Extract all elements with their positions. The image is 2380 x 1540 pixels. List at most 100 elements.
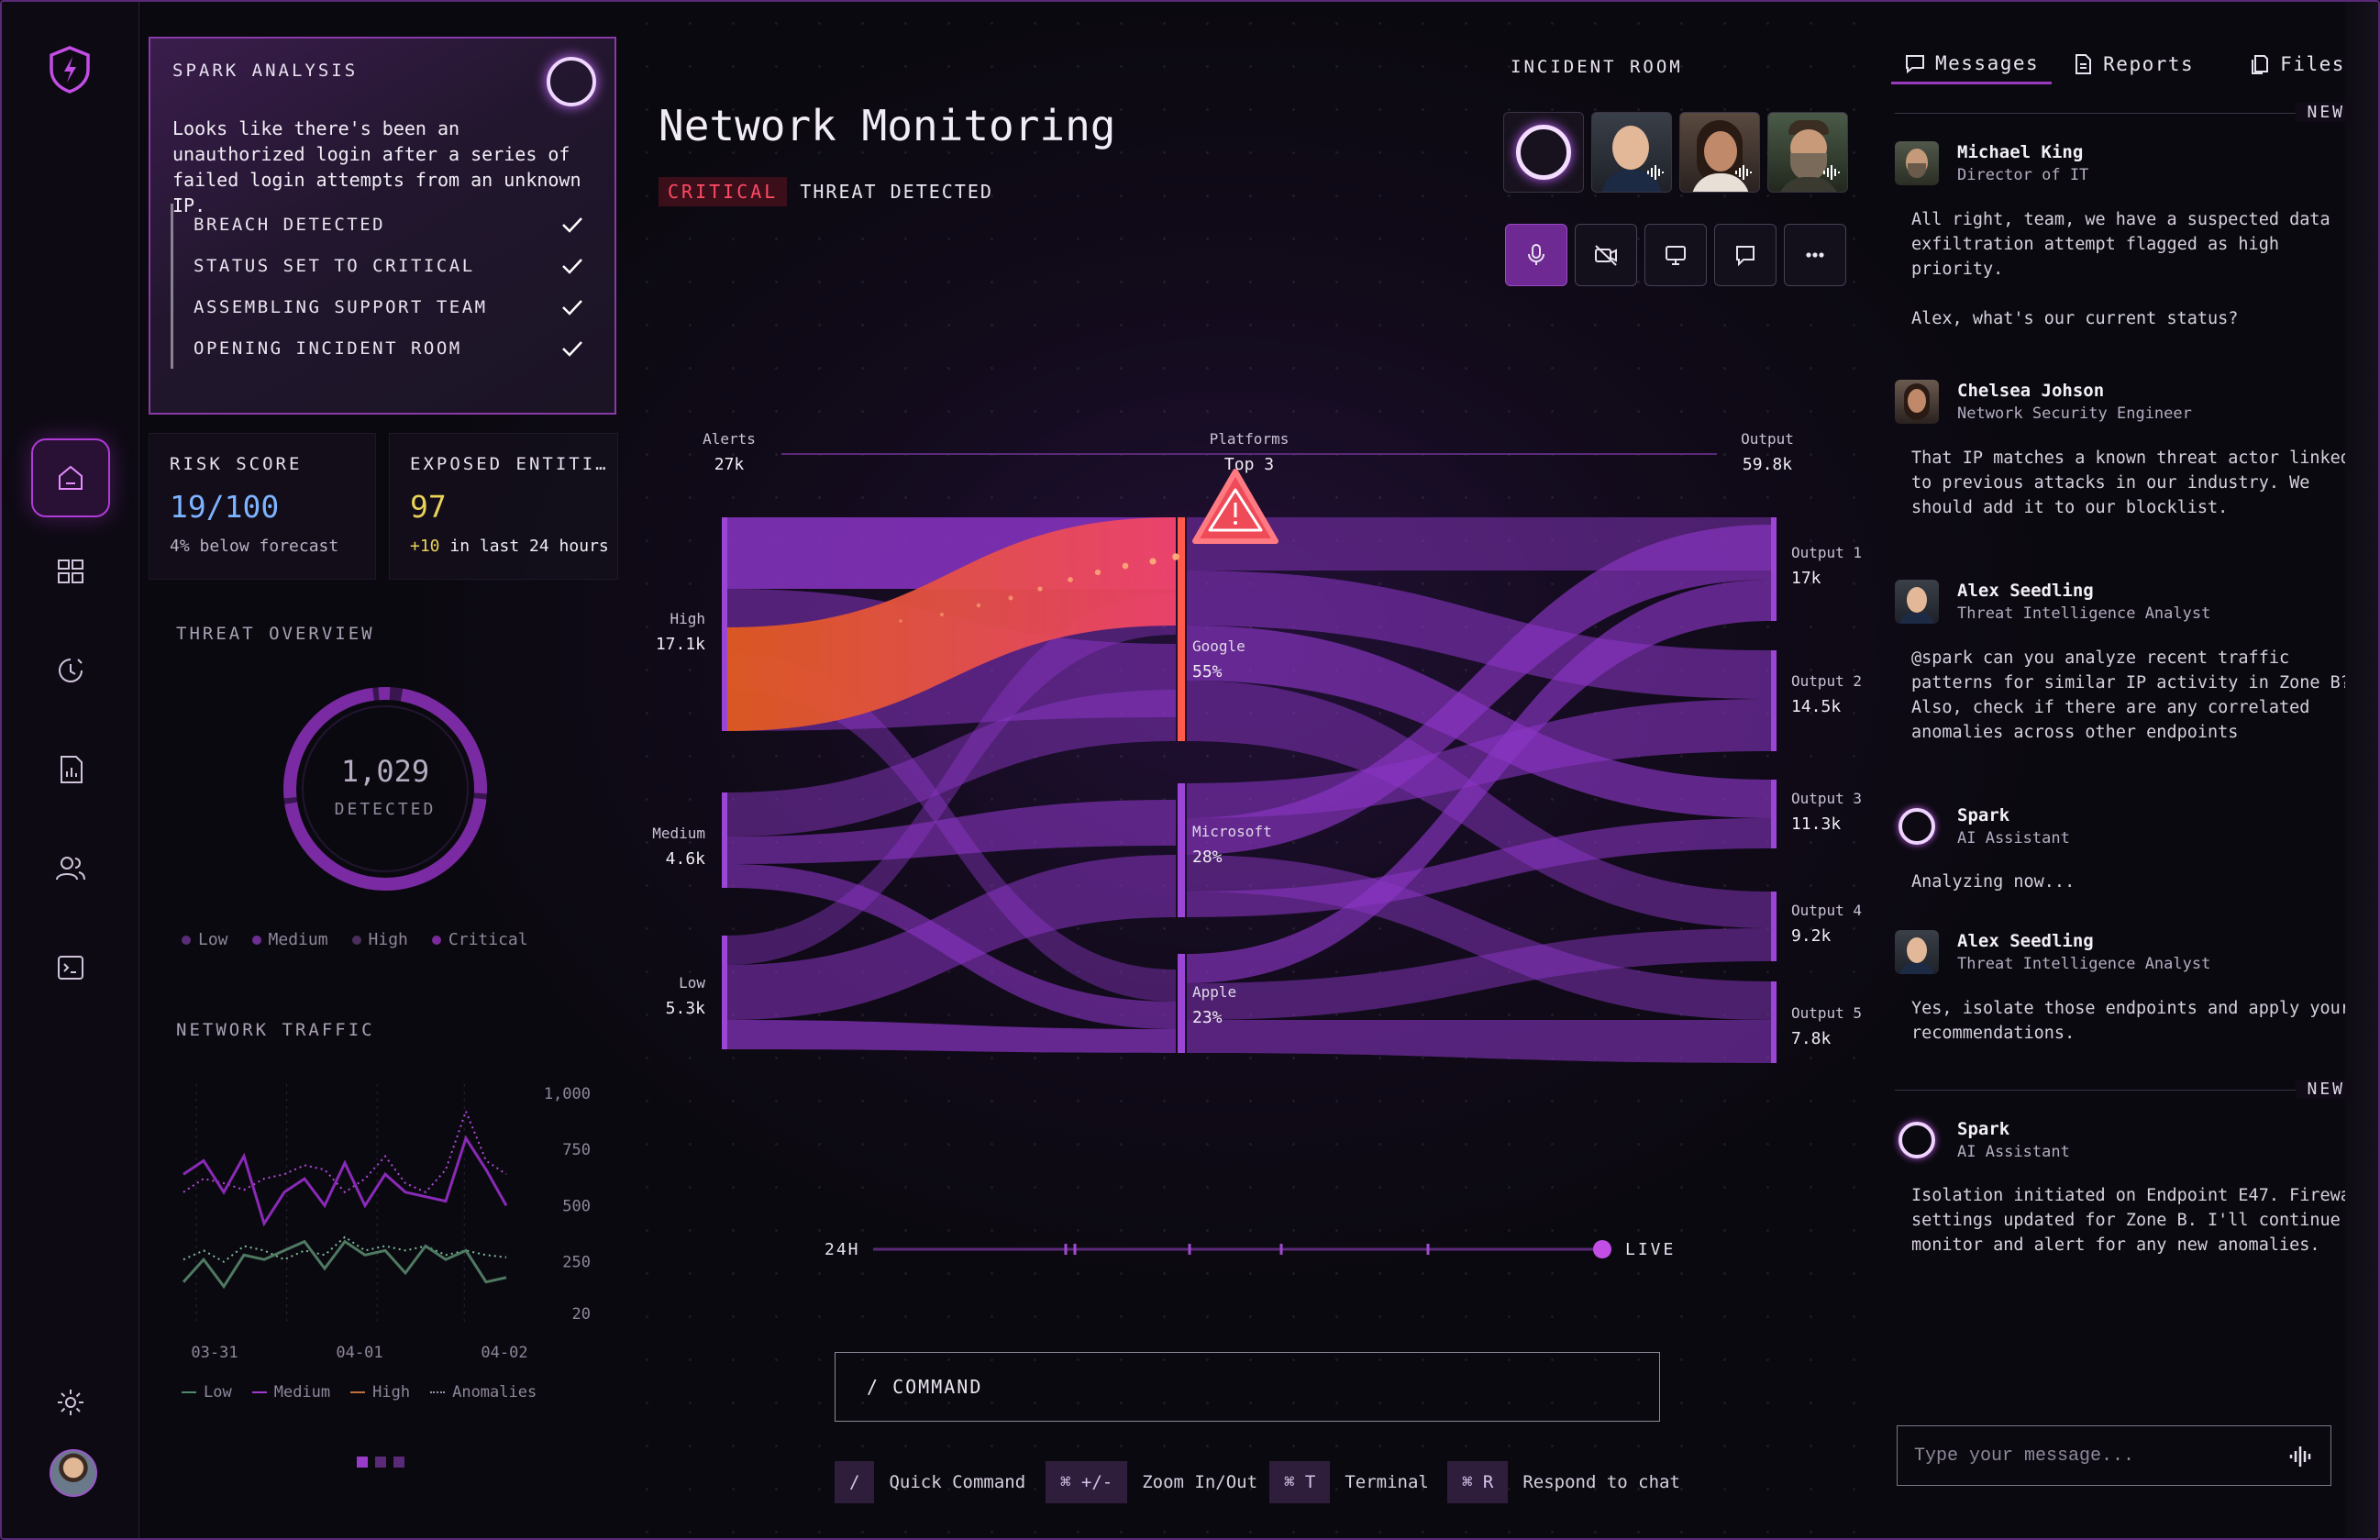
document-icon [2076, 54, 2092, 74]
tab-files[interactable]: Files [2236, 44, 2358, 84]
alert-warning-icon[interactable] [1192, 469, 1279, 544]
source-label: Low [679, 974, 705, 992]
output-label: Output 2 [1791, 672, 1862, 690]
message-text: Analyzing now... [1911, 872, 2076, 892]
flow-low-apple[interactable] [727, 1020, 1176, 1053]
screen-share-button[interactable] [1644, 224, 1707, 286]
settings-button[interactable] [31, 1363, 110, 1442]
threat-particle [976, 603, 981, 608]
message-text: Yes, isolate those endpoints and apply y… [1911, 999, 2351, 1043]
command-input[interactable]: / COMMAND [835, 1352, 1660, 1422]
chat-button[interactable] [1714, 224, 1777, 286]
users-icon [56, 857, 85, 881]
platforms-col-value: Top 3 [1224, 455, 1274, 474]
network-traffic-chart[interactable]: 1,000 750 500 250 20 03-31 04-01 04-02 [176, 1066, 598, 1368]
participant-tile[interactable] [1767, 112, 1848, 193]
spark-title: SPARK ANALYSIS [172, 61, 359, 81]
nav-dashboard-button[interactable] [31, 532, 110, 611]
output-value: 11.3k [1791, 814, 1841, 834]
check-icon [562, 340, 582, 357]
avatar [1612, 126, 1649, 170]
legend-medium: Medium [251, 1383, 330, 1402]
step-label: ASSEMBLING SUPPORT TEAM [194, 296, 488, 317]
threat-particle [1149, 558, 1157, 565]
nav-history-button[interactable] [31, 631, 110, 710]
threat-legend: Low Medium High Critical [182, 930, 528, 949]
critical-badge: CRITICAL [659, 177, 788, 206]
sender-name: Spark [1957, 805, 2010, 825]
nav-users-button[interactable] [31, 829, 110, 908]
threat-count-label: DETECTED [334, 800, 437, 819]
platform-label: Apple [1192, 983, 1236, 1001]
shield-logo-icon[interactable] [42, 42, 97, 97]
output-node[interactable] [1771, 780, 1777, 848]
user-avatar[interactable] [50, 1449, 97, 1497]
sankey-diagram[interactable]: Alerts 27k Platforms Top 3 Output 59.8k … [625, 415, 1882, 1102]
exposed-entities-card[interactable]: EXPOSED ENTITI… 97 +10 in last 24 hours [389, 433, 618, 580]
shortcut-quick-command[interactable]: / Quick Command [835, 1460, 1025, 1504]
spark-participant-tile[interactable] [1503, 112, 1584, 193]
shortcut-respond[interactable]: ⌘ R Respond to chat [1447, 1460, 1680, 1504]
threat-particle [939, 612, 945, 617]
platform-node[interactable] [1178, 517, 1185, 741]
flow-platform-output[interactable] [1187, 1020, 1771, 1063]
exposed-delta: +10 [410, 537, 440, 556]
nav-terminal-button[interactable] [31, 928, 110, 1007]
output-node[interactable] [1771, 892, 1777, 961]
source-label: High [670, 610, 705, 627]
legend-low: Low [182, 1383, 232, 1402]
risk-score-card[interactable]: RISK SCORE 19/100 4% below forecast [149, 433, 376, 580]
output-node[interactable] [1771, 517, 1777, 621]
message-input[interactable]: Type your message... [1897, 1425, 2331, 1486]
source-label: Medium [652, 825, 705, 842]
app-window: SPARK ANALYSIS Looks like there's been a… [0, 0, 2380, 1540]
platform-node[interactable] [1178, 783, 1185, 917]
tab-label: Messages [1935, 51, 2040, 74]
avatar [1704, 131, 1737, 172]
timeline-start-label: 24H [825, 1240, 860, 1259]
spark-step: OPENING INCIDENT ROOM [173, 327, 592, 369]
nav-home-button[interactable] [31, 438, 110, 517]
sankey-flows [727, 517, 1771, 1063]
shortcut-label: Respond to chat [1522, 1472, 1680, 1492]
sender-role: Threat Intelligence Analyst [1957, 604, 2211, 623]
chat-message: Spark AI Assistant Isolation initiated on… [1895, 1119, 2372, 1257]
check-icon [562, 258, 582, 274]
timeline-slider[interactable]: 24H LIVE [823, 1231, 1694, 1268]
more-button[interactable] [1784, 224, 1846, 286]
source-node[interactable] [722, 792, 727, 888]
spark-step: BREACH DETECTED [173, 204, 592, 245]
threat-particle [1068, 577, 1073, 582]
audio-wave-icon [1735, 165, 1752, 180]
risk-sub: 4% below forecast [170, 537, 339, 556]
exposed-sub-text: in last 24 hours [439, 537, 609, 556]
exposed-sub: +10 in last 24 hours [410, 537, 609, 556]
camera-off-button[interactable] [1575, 224, 1637, 286]
source-node[interactable] [722, 936, 727, 1049]
output-node[interactable] [1771, 650, 1777, 751]
pagination-dots[interactable] [357, 1457, 404, 1468]
nav-reports-button[interactable] [31, 730, 110, 809]
tab-reports[interactable]: Reports [2059, 44, 2207, 84]
participant-tile[interactable] [1591, 112, 1672, 193]
shortcut-zoom[interactable]: ⌘ +/- Zoom In/Out [1046, 1460, 1257, 1504]
alerts-col-label: Alerts [703, 430, 756, 448]
sender-name: Alex Seedling [1957, 931, 2094, 951]
threat-donut[interactable] [277, 681, 493, 897]
threat-particle [899, 619, 902, 623]
shortcut-terminal[interactable]: ⌘ T Terminal [1269, 1460, 1429, 1504]
avatar [1895, 580, 1939, 624]
y-tick-label: 750 [562, 1141, 591, 1159]
spark-ring-icon [1898, 808, 1935, 845]
tab-messages[interactable]: Messages [1891, 44, 2053, 84]
shortcut-key: ⌘ R [1447, 1461, 1509, 1503]
output-node[interactable] [1771, 981, 1777, 1063]
output-value: 14.5k [1791, 697, 1841, 716]
timeline-handle[interactable] [1593, 1240, 1611, 1258]
platforms-col-label: Platforms [1210, 430, 1290, 448]
participant-tile[interactable] [1679, 112, 1760, 193]
source-node[interactable] [722, 517, 727, 731]
audio-wave-icon[interactable] [2288, 1445, 2314, 1468]
mic-button[interactable] [1505, 224, 1567, 286]
platform-node[interactable] [1178, 954, 1185, 1053]
